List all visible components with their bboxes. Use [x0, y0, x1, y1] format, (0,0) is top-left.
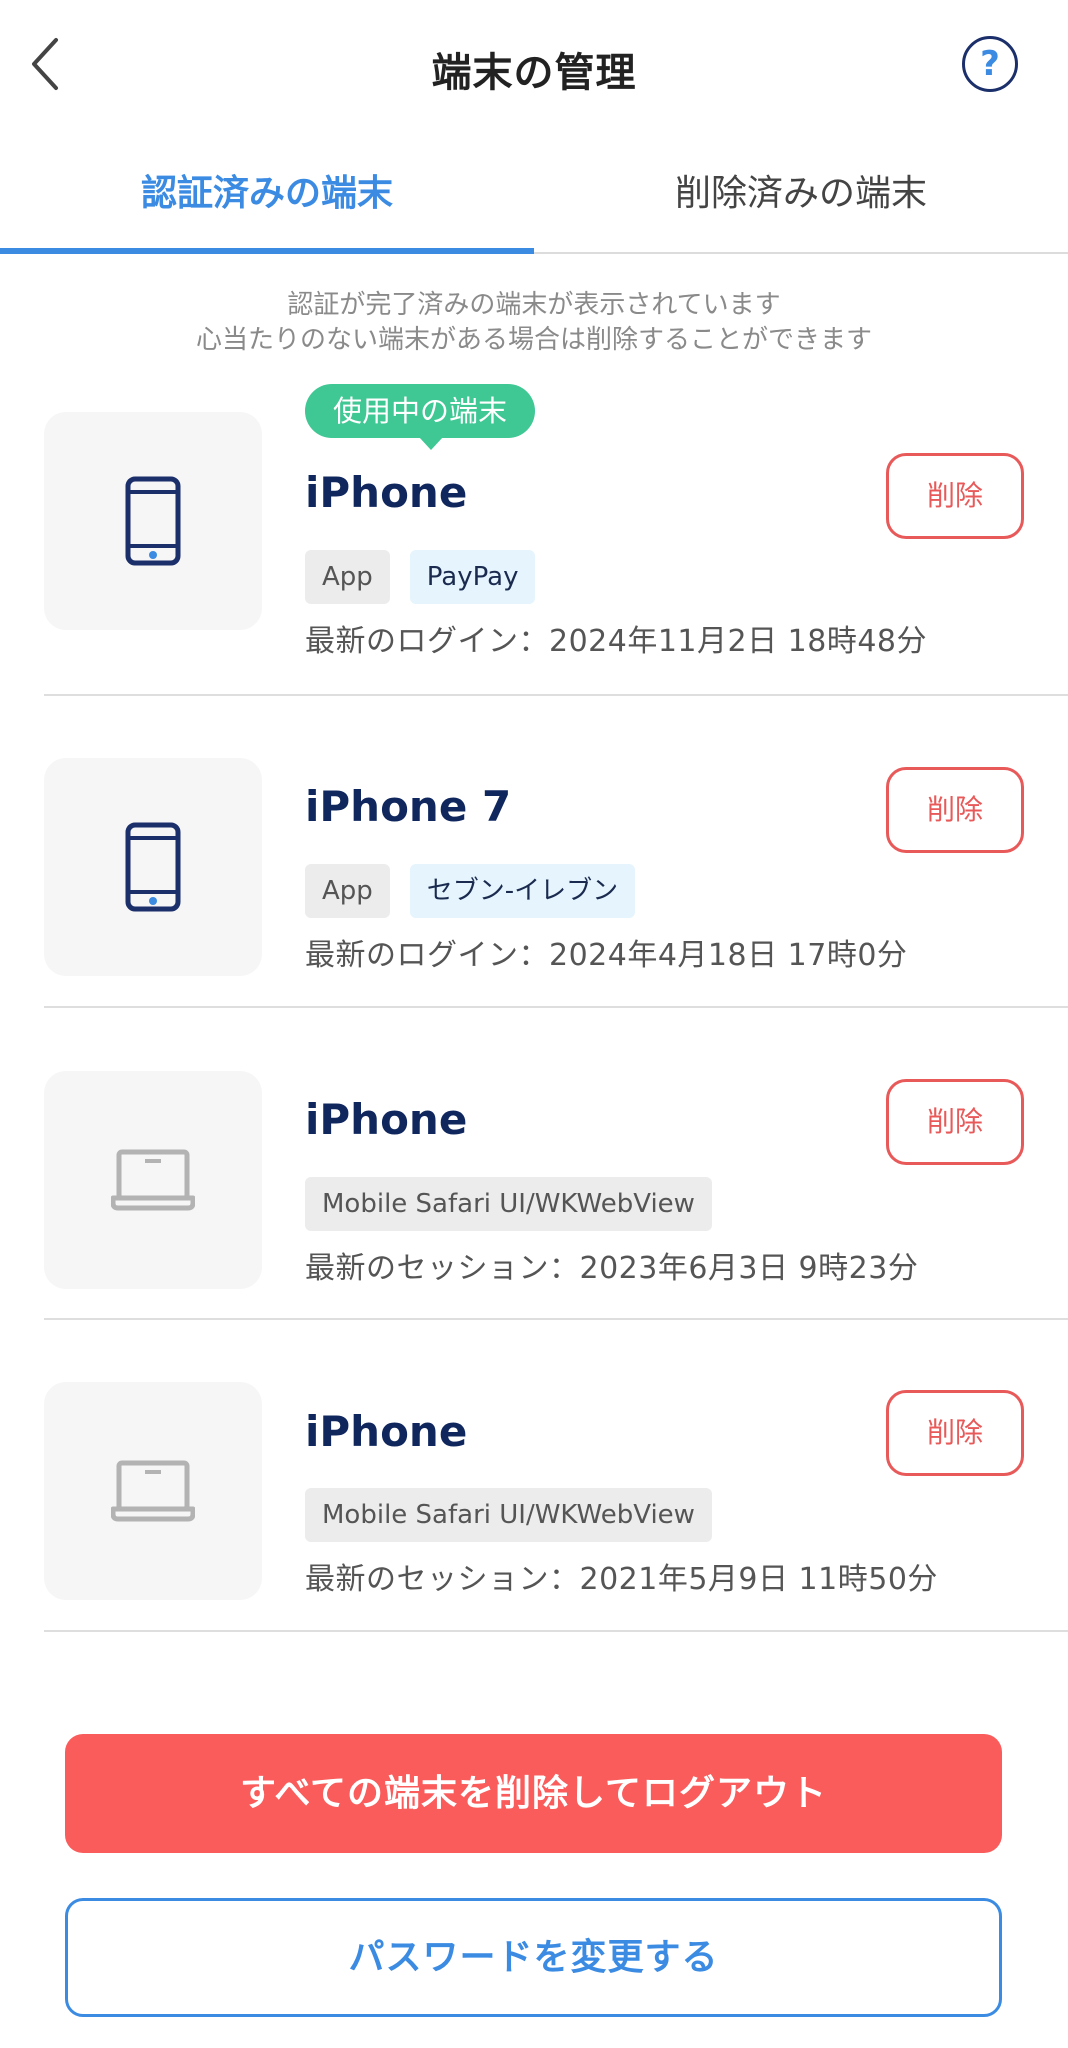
device-tags: Mobile Safari UI/WKWebView — [305, 1488, 712, 1542]
phone-icon — [125, 822, 181, 912]
delete-device-button[interactable]: 削除 — [886, 767, 1024, 853]
device-thumbnail — [44, 758, 262, 976]
tab-bar: 認証済みの端末 削除済みの端末 — [0, 150, 1068, 254]
info-note-line-2: 心当たりのない端末がある場合は削除することができます — [195, 325, 872, 355]
device-name: iPhone — [305, 468, 468, 517]
page-title: 端末の管理 — [431, 50, 637, 96]
header: 端末の管理 ? — [0, 0, 1068, 130]
device-name: iPhone — [305, 1407, 468, 1456]
device-item: iPhone 削除 Mobile Safari UI/WKWebView 最新の… — [44, 1320, 1068, 1632]
device-item: 使用中の端末 iPhone 削除 App PayPay 最新のログイン：2024… — [44, 384, 1068, 696]
device-tag: PayPay — [409, 550, 536, 604]
laptop-icon — [111, 1460, 195, 1522]
device-thumbnail — [44, 412, 262, 630]
delete-all-and-logout-button[interactable]: すべての端末を削除してログアウト — [65, 1734, 1002, 1853]
current-device-badge: 使用中の端末 — [305, 384, 536, 450]
change-password-button[interactable]: パスワードを変更する — [65, 1898, 1002, 2017]
last-session: 最新のセッション：2023年6月3日 9時23分 — [305, 1251, 919, 1286]
device-tag: App — [305, 550, 390, 604]
device-item: iPhone 削除 Mobile Safari UI/WKWebView 最新の… — [44, 1008, 1068, 1320]
device-tag: App — [305, 864, 390, 918]
device-name: iPhone 7 — [305, 782, 512, 831]
active-tab-indicator — [0, 248, 534, 254]
info-note: 認証が完了済みの端末が表示されています 心当たりのない端末がある場合は削除するこ… — [0, 288, 1068, 358]
delete-device-button[interactable]: 削除 — [886, 1079, 1024, 1165]
device-tags: App PayPay — [305, 550, 536, 604]
tab-verified-devices[interactable]: 認証済みの端末 — [0, 150, 534, 254]
help-button[interactable]: ? — [962, 36, 1018, 92]
info-note-line-1: 認証が完了済みの端末が表示されています — [287, 290, 781, 320]
help-icon: ? — [980, 44, 1000, 84]
last-login: 最新のログイン：2024年11月2日 18時48分 — [305, 624, 927, 659]
last-login: 最新のログイン：2024年4月18日 17時0分 — [305, 938, 908, 973]
device-tags: Mobile Safari UI/WKWebView — [305, 1177, 712, 1231]
device-thumbnail — [44, 1382, 262, 1600]
last-session: 最新のセッション：2021年5月9日 11時50分 — [305, 1562, 938, 1597]
tab-deleted-devices[interactable]: 削除済みの端末 — [534, 150, 1068, 254]
device-item: iPhone 7 削除 App セブン-イレブン 最新のログイン：2024年4月… — [44, 696, 1068, 1008]
phone-icon — [125, 476, 181, 566]
device-tag: Mobile Safari UI/WKWebView — [305, 1177, 712, 1231]
delete-device-button[interactable]: 削除 — [886, 453, 1024, 539]
device-tags: App セブン-イレブン — [305, 864, 636, 918]
device-tag: セブン-イレブン — [409, 864, 636, 918]
laptop-icon — [111, 1149, 195, 1211]
device-tag: Mobile Safari UI/WKWebView — [305, 1488, 712, 1542]
device-thumbnail — [44, 1071, 262, 1289]
device-name: iPhone — [305, 1095, 468, 1144]
delete-device-button[interactable]: 削除 — [886, 1390, 1024, 1476]
